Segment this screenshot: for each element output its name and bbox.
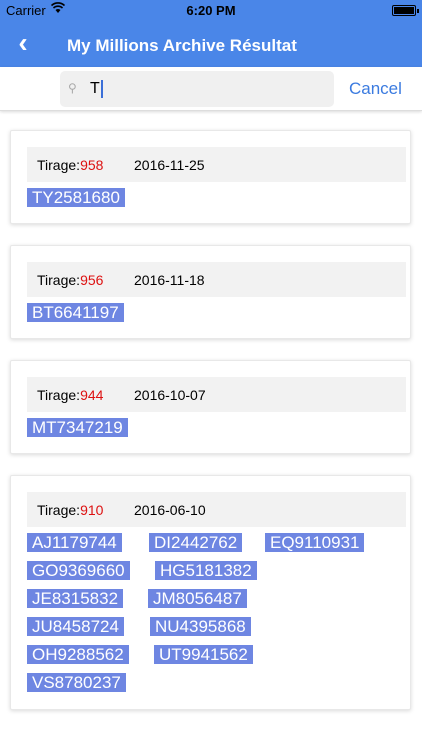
matching-code-tag: JE8315832 <box>27 589 124 608</box>
draw-date: 2016-11-25 <box>134 157 205 173</box>
matching-code-tag: EQ9110931 <box>265 533 365 552</box>
card-header: Tirage:910 2016-06-10 <box>27 492 406 527</box>
matching-code-tag: NU4395868 <box>150 617 251 636</box>
tirage-number: 944 <box>80 387 104 403</box>
status-bar: Carrier 6:20 PM <box>0 0 422 22</box>
result-card[interactable]: Tirage:944 2016-10-07 MT7347219 <box>10 360 411 454</box>
matching-code-tag: HG5181382 <box>155 561 257 580</box>
tirage-number: 956 <box>80 272 104 288</box>
draw-date: 2016-10-07 <box>134 387 206 403</box>
matching-code-tag: BT6641197 <box>27 303 124 322</box>
search-input[interactable] <box>90 77 320 101</box>
tirage-label: Tirage:958 <box>37 157 103 173</box>
matching-code-tag: UT9941562 <box>154 645 253 664</box>
clock: 6:20 PM <box>186 3 236 18</box>
search-bar: ⚲ Cancel <box>0 67 422 111</box>
navigation-bar: ‹ My Millions Archive Résultat <box>0 22 422 67</box>
card-header: Tirage:958 2016-11-25 <box>27 147 406 182</box>
matching-code-tag: GO9369660 <box>27 561 130 580</box>
text-cursor <box>101 80 103 98</box>
search-box[interactable]: ⚲ <box>60 71 334 107</box>
draw-date: 2016-11-18 <box>134 272 205 288</box>
result-card[interactable]: Tirage:958 2016-11-25 TY2581680 <box>10 130 411 224</box>
tirage-label: Tirage:910 <box>37 502 103 518</box>
tirage-label-text: Tirage: <box>37 387 81 403</box>
tirage-label: Tirage:956 <box>37 272 103 288</box>
chevron-left-icon[interactable]: ‹ <box>10 28 36 58</box>
cancel-button[interactable]: Cancel <box>349 79 402 99</box>
search-icon: ⚲ <box>68 81 77 95</box>
matching-code-tag: AJ1179744 <box>27 533 122 552</box>
result-card[interactable]: Tirage:956 2016-11-18 BT6641197 <box>10 245 411 339</box>
matching-code-tag: TY2581680 <box>27 188 125 207</box>
tirage-label: Tirage:944 <box>37 387 103 403</box>
matching-code-tag: JM8056487 <box>148 589 247 608</box>
tirage-label-text: Tirage: <box>37 502 81 518</box>
tirage-label-text: Tirage: <box>37 272 81 288</box>
tirage-number: 958 <box>80 157 104 173</box>
card-header: Tirage:944 2016-10-07 <box>27 377 406 412</box>
battery-icon <box>392 5 419 16</box>
tirage-number: 910 <box>80 502 104 518</box>
card-header: Tirage:956 2016-11-18 <box>27 262 406 297</box>
page-title: My Millions Archive Résultat <box>67 36 297 55</box>
tirage-label-text: Tirage: <box>37 157 81 173</box>
matching-code-tag: JU8458724 <box>27 617 124 636</box>
result-card[interactable]: Tirage:910 2016-06-10 AJ1179744 DI2442762 EQ… <box>10 475 411 710</box>
matching-code-tag: DI2442762 <box>149 533 243 552</box>
matching-code-tag: VS8780237 <box>27 673 126 692</box>
draw-date: 2016-06-10 <box>134 502 206 518</box>
matching-code-tag: MT7347219 <box>27 418 128 437</box>
matching-code-tag: OH9288562 <box>27 645 129 664</box>
